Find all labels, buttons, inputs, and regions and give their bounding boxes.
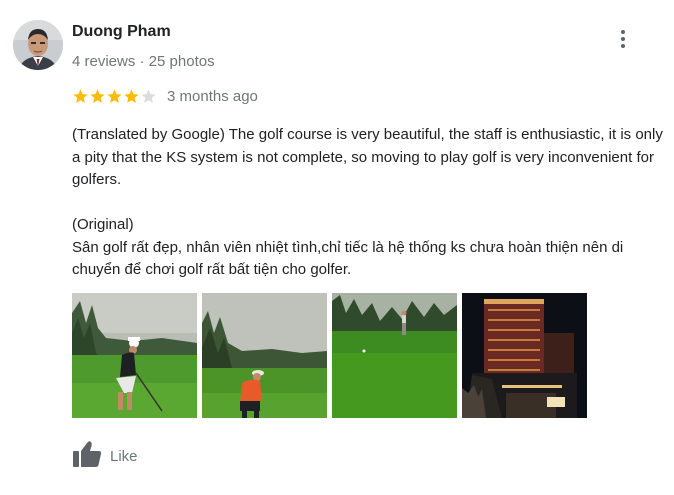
more-vert-icon <box>621 30 625 34</box>
translated-text: (Translated by Google) The golf course i… <box>72 126 663 188</box>
more-vert-icon-dot <box>621 37 625 41</box>
more-vert-icon-dot <box>621 44 625 48</box>
original-text: Sân golf rất đẹp, nhân viên nhiệt tình,c… <box>72 238 624 279</box>
thumb-up-icon <box>72 440 102 473</box>
author-meta: 4 reviews · 25 photos <box>72 53 215 70</box>
review-text: (Translated by Google) The golf course i… <box>72 124 668 282</box>
golfer-orange-shirt-photo[interactable] <box>202 293 327 418</box>
star-filled-icon <box>107 89 122 103</box>
author-name[interactable]: Duong Pham <box>72 23 171 41</box>
star-filled-icon <box>73 89 88 103</box>
golfer-swing-photo[interactable] <box>72 293 197 418</box>
star-rating <box>72 88 157 105</box>
star-filled-icon <box>124 89 139 103</box>
review-time: 3 months ago <box>167 88 258 105</box>
avatar[interactable] <box>13 20 63 70</box>
star-filled-icon <box>90 89 105 103</box>
review-photos <box>72 293 592 418</box>
rating-row: 3 months ago <box>72 88 258 105</box>
hotel-night-photo[interactable] <box>462 293 587 418</box>
review-card: Duong Pham 4 reviews · 25 photos 3 month… <box>0 0 674 495</box>
golf-course-green-photo[interactable] <box>332 293 457 418</box>
original-label: (Original) <box>72 216 134 233</box>
like-label: Like <box>110 448 138 465</box>
more-options-button[interactable] <box>612 28 634 50</box>
like-button[interactable]: Like <box>72 440 138 473</box>
star-empty-icon <box>141 89 156 103</box>
